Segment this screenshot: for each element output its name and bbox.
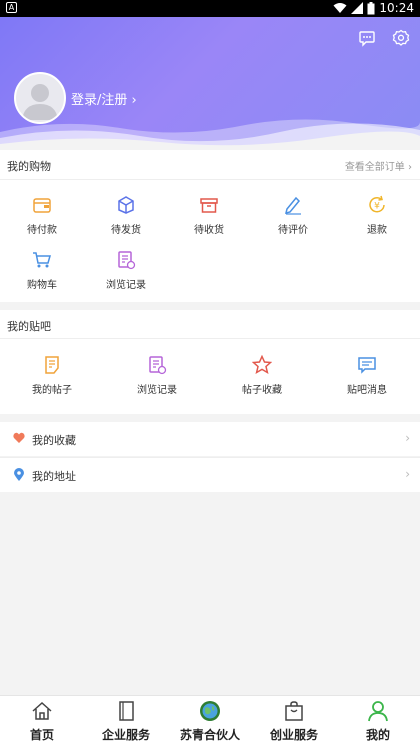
history-icon (149, 356, 167, 375)
package-icon (118, 196, 134, 214)
refund-button[interactable]: ¥ 退款 (347, 195, 407, 236)
pending-payment-label: 待付款 (27, 225, 57, 236)
shopping-title: 我的购物 (7, 160, 51, 173)
globe-logo-icon (200, 701, 220, 721)
shopping-section: 我的购物 查看全部订单 › 待付款 待发货 待收货 待评价 ¥ 退款 购物车 浏… (0, 150, 420, 302)
notification-icon: A (6, 2, 17, 13)
login-label: 登录/注册 (71, 93, 128, 108)
cart-icon (33, 252, 51, 268)
person-icon (368, 701, 388, 722)
chevron-right-icon: › (405, 431, 410, 445)
book-icon (119, 701, 134, 721)
refund-icon: ¥ (369, 195, 385, 213)
divider (0, 179, 420, 180)
login-register-link[interactable]: 登录/注册 › (71, 89, 137, 108)
pending-receipt-label: 待收货 (194, 225, 224, 236)
nav-label-enterprise-services: 企业服务 (101, 728, 150, 742)
box-icon (200, 198, 218, 213)
list-item-favorites[interactable]: 我的收藏 › (0, 422, 420, 456)
location-icon (14, 468, 24, 481)
address-label: 我的地址 (32, 470, 76, 483)
star-icon (252, 355, 272, 375)
forum-title: 我的贴吧 (7, 320, 51, 333)
bottom-navigation: 首页 企业服务 苏青合伙人 创业服务 我的 (0, 695, 420, 748)
chevron-right-icon: › (404, 162, 412, 173)
my-posts-label: 我的帖子 (32, 385, 72, 396)
gear-icon[interactable] (392, 29, 410, 47)
heart-icon (13, 432, 25, 443)
wave-decoration (0, 119, 420, 150)
chevron-right-icon: › (131, 93, 137, 108)
favorites-label: 我的收藏 (32, 434, 76, 447)
message-icon (358, 357, 376, 374)
profile-header: 登录/注册 › (0, 17, 420, 150)
view-all-orders-link[interactable]: 查看全部订单 › (345, 158, 412, 173)
shopping-cart-label: 购物车 (27, 280, 57, 291)
svg-text:¥: ¥ (374, 202, 380, 212)
clock: 10:24 (379, 1, 414, 15)
history-icon (118, 251, 136, 270)
shopping-cart-button[interactable]: 购物车 (12, 250, 72, 291)
bag-icon (285, 701, 303, 721)
pending-review-label: 待评价 (278, 225, 308, 236)
list-item-address[interactable]: 我的地址 › (0, 458, 420, 492)
divider (0, 338, 420, 339)
view-all-orders-label: 查看全部订单 (344, 162, 405, 173)
nav-label-partners: 苏青合伙人 (179, 728, 240, 742)
nav-item-partners[interactable]: 苏青合伙人 (168, 700, 252, 743)
forum-history-button[interactable]: 浏览记录 (127, 355, 187, 396)
forum-messages-button[interactable]: 贴吧消息 (337, 355, 397, 396)
nav-label-mine: 我的 (365, 728, 390, 742)
pen-icon (284, 196, 301, 215)
post-favorites-label: 帖子收藏 (242, 385, 282, 396)
post-favorites-button[interactable]: 帖子收藏 (232, 355, 292, 396)
chat-icon[interactable] (358, 29, 376, 47)
refund-label: 退款 (367, 225, 387, 236)
nav-label-startup-services: 创业服务 (269, 728, 318, 742)
browse-history-button[interactable]: 浏览记录 (96, 250, 156, 291)
pending-shipment-label: 待发货 (111, 225, 141, 236)
pending-payment-button[interactable]: 待付款 (12, 195, 72, 236)
chevron-right-icon: › (405, 467, 410, 481)
nav-item-mine[interactable]: 我的 (336, 700, 420, 743)
browse-history-label: 浏览记录 (106, 280, 146, 291)
my-posts-button[interactable]: 我的帖子 (22, 355, 82, 396)
wifi-icon (333, 3, 347, 13)
status-bar: A 10:24 (0, 0, 420, 17)
forum-messages-label: 贴吧消息 (347, 385, 387, 396)
note-icon (45, 356, 59, 374)
wallet-icon (33, 198, 51, 213)
signal-icon (351, 2, 364, 14)
forum-history-label: 浏览记录 (137, 385, 177, 396)
pending-receipt-button[interactable]: 待收货 (179, 195, 239, 236)
home-icon (32, 701, 52, 720)
forum-section: 我的贴吧 我的帖子 浏览记录 帖子收藏 贴吧消息 (0, 310, 420, 414)
battery-icon (367, 1, 375, 14)
nav-item-home[interactable]: 首页 (0, 700, 84, 743)
pending-review-button[interactable]: 待评价 (263, 195, 323, 236)
nav-item-enterprise-services[interactable]: 企业服务 (84, 700, 168, 743)
pending-shipment-button[interactable]: 待发货 (96, 195, 156, 236)
nav-label-home: 首页 (29, 728, 54, 742)
nav-item-startup-services[interactable]: 创业服务 (252, 700, 336, 743)
